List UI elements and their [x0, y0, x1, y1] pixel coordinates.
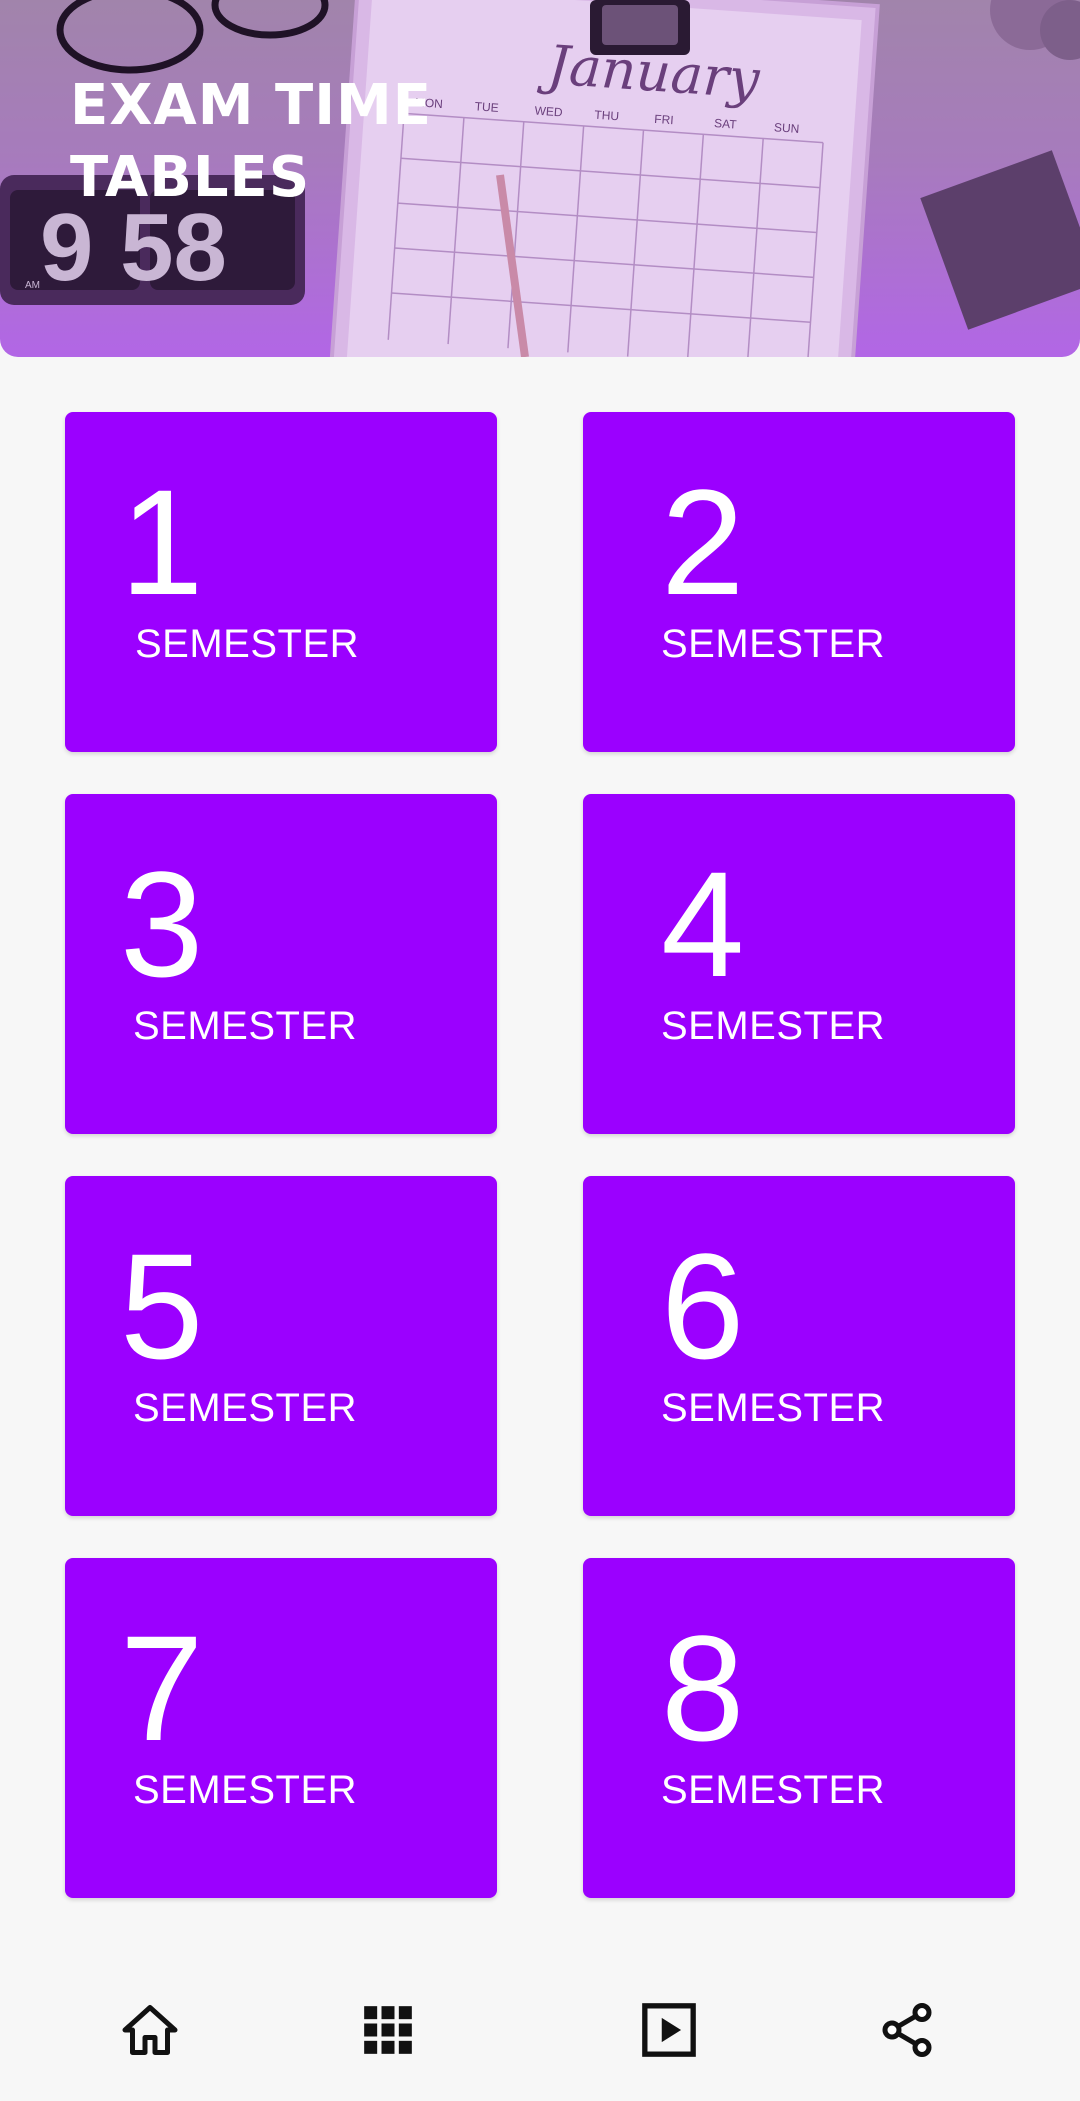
calendar-weekday: WED — [534, 103, 563, 119]
semester-card-1[interactable]: 1 SEMESTER — [65, 412, 497, 752]
semester-card-7[interactable]: 7 SEMESTER — [65, 1558, 497, 1898]
clock-ampm: AM — [25, 280, 40, 291]
semester-number: 7 — [120, 1604, 204, 1772]
semester-number: 5 — [120, 1222, 204, 1390]
semester-label: SEMESTER — [133, 1004, 358, 1048]
grid-icon — [364, 2006, 412, 2054]
semester-card-4[interactable]: 4 SEMESTER — [583, 794, 1015, 1134]
share-icon — [882, 2003, 932, 2058]
semester-card-5[interactable]: 5 SEMESTER — [65, 1176, 497, 1516]
calendar-weekday: SUN — [774, 120, 800, 136]
semester-card-3[interactable]: 3 SEMESTER — [65, 794, 497, 1134]
semester-number: 6 — [661, 1222, 745, 1390]
semester-label: SEMESTER — [661, 1768, 886, 1812]
bottom-navigation — [0, 1960, 1080, 2101]
header-banner: January MON TUE WED THU FRI SAT SUN 9 58… — [0, 0, 1080, 357]
calendar-weekday: FRI — [654, 112, 674, 127]
home-icon — [122, 2005, 178, 2055]
semester-number: 2 — [661, 458, 745, 626]
semester-card-8[interactable]: 8 SEMESTER — [583, 1558, 1015, 1898]
semester-label: SEMESTER — [661, 1386, 886, 1430]
calendar-weekday: SAT — [714, 116, 738, 132]
calendar-weekday: THU — [594, 108, 620, 124]
calendar-weekday: TUE — [474, 99, 499, 115]
semester-card-6[interactable]: 6 SEMESTER — [583, 1176, 1015, 1516]
semester-label: SEMESTER — [133, 1768, 358, 1812]
nav-play-button[interactable] — [634, 1995, 704, 2065]
semester-number: 8 — [661, 1604, 745, 1772]
nav-grid-button[interactable] — [353, 1995, 423, 2065]
semester-card-2[interactable]: 2 SEMESTER — [583, 412, 1015, 752]
semester-number: 1 — [120, 458, 204, 626]
page-title: EXAM TIME TABLES — [70, 73, 433, 210]
semester-label: SEMESTER — [661, 622, 886, 666]
nav-share-button[interactable] — [872, 1995, 942, 2065]
play-icon — [642, 2003, 696, 2057]
semester-label: SEMESTER — [133, 1386, 358, 1430]
semester-label: SEMESTER — [661, 1004, 886, 1048]
semester-number: 3 — [120, 840, 204, 1008]
semester-number: 4 — [661, 840, 745, 1008]
nav-home-button[interactable] — [115, 1995, 185, 2065]
semester-label: SEMESTER — [135, 622, 360, 666]
